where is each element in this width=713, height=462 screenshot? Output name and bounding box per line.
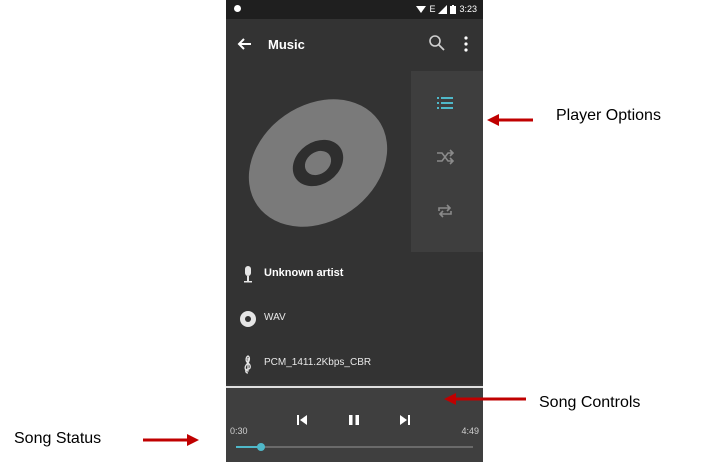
network-type: E [429, 4, 436, 14]
page-title: Music [268, 37, 305, 52]
codec-row: PCM_1411.2Kbps_CBR [226, 344, 483, 384]
repeat-icon[interactable] [435, 201, 455, 221]
wifi-icon [416, 5, 427, 13]
album-art [226, 71, 411, 252]
status-bar: E 3:23 [226, 0, 483, 19]
next-icon[interactable] [397, 412, 413, 428]
seek-bar-thumb[interactable] [256, 443, 265, 451]
disc-small-icon [240, 311, 256, 327]
disc-icon [248, 99, 388, 227]
elapsed-time: 0:30 [230, 426, 248, 436]
artist-row: Unknown artist [226, 254, 483, 294]
song-controls-arrow [444, 393, 526, 405]
total-duration: 4:49 [461, 426, 479, 436]
artist-label: Unknown artist [264, 267, 344, 279]
playlist-icon[interactable] [435, 93, 455, 113]
treble-clef-icon [244, 355, 251, 374]
app-bar: Music [226, 19, 483, 71]
song-controls-annotation: Song Controls [539, 394, 641, 411]
song-status-annotation: Song Status [14, 430, 102, 447]
previous-icon[interactable] [294, 412, 310, 428]
format-label: WAV [264, 312, 286, 323]
seek-bar[interactable] [236, 443, 473, 451]
player-options-panel [411, 71, 483, 252]
back-arrow-icon[interactable] [236, 35, 254, 53]
codec-label: PCM_1411.2Kbps_CBR [264, 357, 372, 368]
format-row: WAV [226, 299, 483, 339]
search-icon[interactable] [428, 34, 446, 52]
notification-icon [234, 5, 241, 12]
signal-icon [438, 4, 448, 14]
song-status-arrow [143, 434, 199, 446]
battery-icon [450, 4, 457, 14]
microphone-icon [244, 266, 252, 283]
more-options-icon[interactable] [462, 35, 470, 53]
pause-icon[interactable] [346, 412, 362, 428]
clock: 3:23 [459, 4, 477, 14]
player-options-arrow [487, 114, 533, 126]
track-info: Unknown artist WAV PCM_1411.2Kbps_CBR [226, 252, 483, 384]
player-options-annotation: Player Options [556, 107, 661, 124]
shuffle-icon[interactable] [435, 147, 455, 167]
